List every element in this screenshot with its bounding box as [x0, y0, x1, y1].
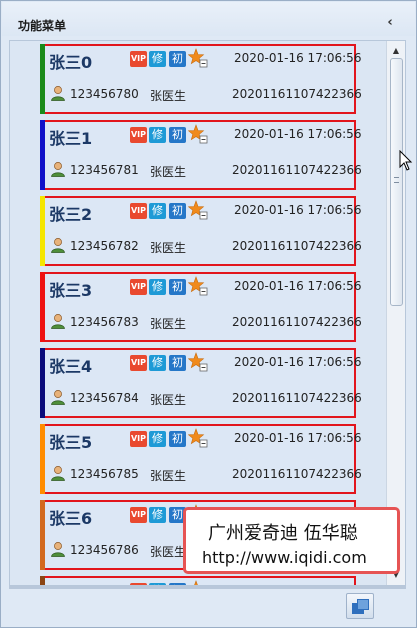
person-icon: [51, 162, 65, 177]
modify-badge: 修: [149, 203, 166, 219]
patient-card[interactable]: 张三0 VIP 修初 2020-01-16 17:06:56 123456780 张医生 2…: [40, 44, 362, 114]
scroll-up-arrow-icon[interactable]: ▲: [387, 43, 405, 59]
panel-header: 功能菜单 ‹: [2, 2, 415, 36]
patient-phone: 123456784: [70, 391, 139, 405]
thumb-grip-icon: [394, 177, 399, 183]
doctor-name: 张医生: [150, 545, 187, 559]
record-number: 20201161107422366: [232, 391, 362, 405]
patient-card[interactable]: 张三5 VIP 修初 2020-01-16 17:06:56 123456785 张医生 2…: [40, 424, 362, 494]
watermark-author: 广州爱奇迪 伍华聪: [208, 523, 358, 544]
first-visit-badge: 初: [169, 51, 186, 67]
vip-badge: VIP: [130, 507, 147, 523]
person-icon: [51, 86, 65, 101]
patient-card-list[interactable]: 张三0 VIP 修初 2020-01-16 17:06:56 123456780 张医生 2…: [9, 40, 406, 586]
card-accent-bar: [40, 120, 45, 190]
star-icon: [188, 352, 208, 372]
window-switch-button[interactable]: [346, 593, 374, 619]
patient-phone: 123456780: [70, 87, 139, 101]
person-icon: [51, 542, 65, 557]
patient-card[interactable]: 张三4 VIP 修初 2020-01-16 17:06:56 123456784 张医生 2…: [40, 348, 362, 418]
first-visit-badge: 初: [169, 203, 186, 219]
first-visit-badge: 初: [169, 279, 186, 295]
patient-phone: 123456781: [70, 163, 139, 177]
card-accent-bar: [40, 424, 45, 494]
panel-title: 功能菜单: [18, 19, 67, 33]
scroll-thumb[interactable]: [390, 58, 403, 306]
vertical-scrollbar[interactable]: ▲ ▼: [386, 41, 405, 585]
doctor-name: 张医生: [150, 165, 187, 179]
star-icon: [188, 276, 208, 296]
doctor-name: 张医生: [150, 317, 187, 331]
visit-datetime: 2020-01-16 17:06:56: [234, 203, 362, 217]
first-visit-badge: 初: [169, 127, 186, 143]
patient-name: 张三1: [49, 129, 93, 148]
watermark-box: 广州爱奇迪 伍华聪 http://www.iqidi.com: [183, 507, 400, 574]
patient-card[interactable]: 张三1 VIP 修初 2020-01-16 17:06:56 123456781 张医生 2…: [40, 120, 362, 190]
patient-phone: 123456783: [70, 315, 139, 329]
person-icon: [51, 466, 65, 481]
visit-datetime: 2020-01-16 17:06:56: [234, 279, 362, 293]
doctor-name: 张医生: [150, 469, 187, 483]
doctor-name: 张医生: [150, 393, 187, 407]
horizontal-splitter: [9, 586, 406, 589]
card-accent-bar: [40, 500, 45, 570]
collapse-button[interactable]: ‹: [382, 14, 398, 32]
vip-badge: VIP: [130, 355, 147, 371]
star-icon: [188, 200, 208, 220]
star-icon: [188, 48, 208, 68]
first-visit-badge: 初: [169, 431, 186, 447]
doctor-name: 张医生: [150, 241, 187, 255]
patient-name: 张三6: [49, 509, 93, 528]
person-icon: [51, 238, 65, 253]
record-number: 20201161107422366: [232, 239, 362, 253]
patient-phone: 123456782: [70, 239, 139, 253]
visit-datetime: 2020-01-16 17:06:56: [234, 431, 362, 445]
vip-badge: VIP: [130, 279, 147, 295]
record-number: 20201161107422366: [232, 315, 362, 329]
card-accent-bar: [40, 576, 45, 585]
record-number: 20201161107422366: [232, 163, 362, 177]
visit-datetime: 2020-01-16 17:06:56: [234, 51, 362, 65]
mouse-cursor-icon: [399, 150, 413, 171]
card-accent-bar: [40, 44, 45, 114]
record-number: 20201161107422366: [232, 87, 362, 101]
first-visit-badge: 初: [169, 355, 186, 371]
visit-datetime: 2020-01-16 17:06:56: [234, 127, 362, 141]
modify-badge: 修: [149, 127, 166, 143]
modify-badge: 修: [149, 507, 166, 523]
doctor-name: 张医生: [150, 89, 187, 103]
patient-name: 张三3: [49, 281, 93, 300]
card-accent-bar: [40, 196, 45, 266]
patient-phone: 123456786: [70, 543, 139, 557]
person-icon: [51, 314, 65, 329]
vip-badge: VIP: [130, 203, 147, 219]
patient-card[interactable]: 张三2 VIP 修初 2020-01-16 17:06:56 123456782 张医生 2…: [40, 196, 362, 266]
card-accent-bar: [40, 272, 45, 342]
patient-name: 张三0: [49, 53, 93, 72]
modify-badge: 修: [149, 51, 166, 67]
patient-card[interactable]: 张三3 VIP 修初 2020-01-16 17:06:56 123456783 张医生 2…: [40, 272, 362, 342]
patient-card[interactable]: 张三7VIP修初: [40, 576, 356, 585]
vip-badge: VIP: [130, 127, 147, 143]
patient-name: 张三2: [49, 205, 93, 224]
patient-name: 张三5: [49, 433, 93, 452]
record-number: 20201161107422366: [232, 467, 362, 481]
patient-phone: 123456785: [70, 467, 139, 481]
person-icon: [51, 390, 65, 405]
star-icon: [188, 428, 208, 448]
window-switch-icon-front: [357, 599, 369, 610]
vip-badge: VIP: [130, 51, 147, 67]
modify-badge: 修: [149, 431, 166, 447]
modify-badge: 修: [149, 279, 166, 295]
card-accent-bar: [40, 348, 45, 418]
patient-name: 张三4: [49, 357, 93, 376]
star-icon: [188, 124, 208, 144]
watermark-url: http://www.iqidi.com: [202, 548, 367, 567]
vip-badge: VIP: [130, 431, 147, 447]
modify-badge: 修: [149, 355, 166, 371]
visit-datetime: 2020-01-16 17:06:56: [234, 355, 362, 369]
